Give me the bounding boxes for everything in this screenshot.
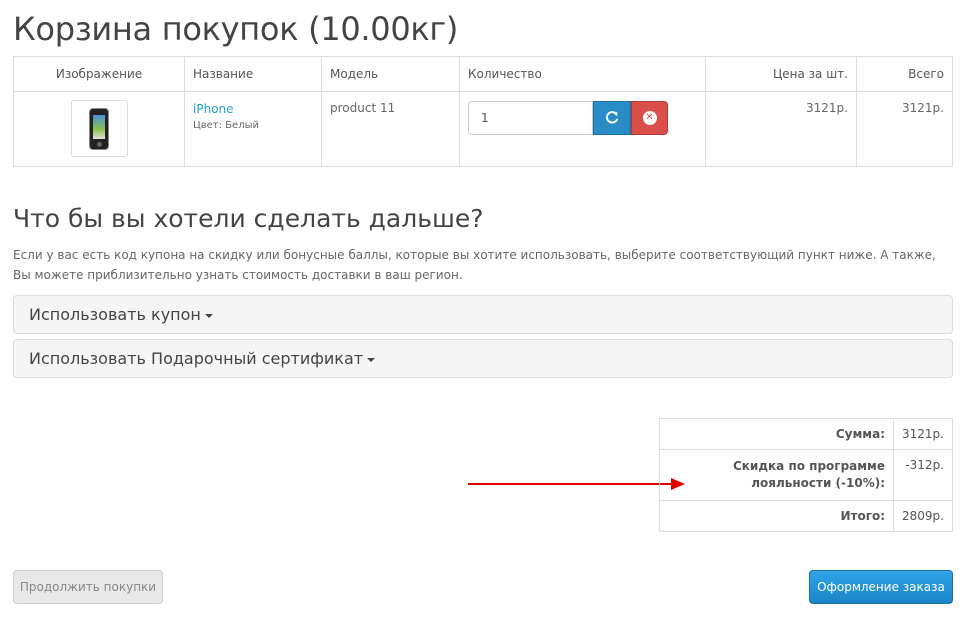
cart-cell-total: 3121р. [856,91,953,167]
loyalty-discount-value: -312р. [893,449,953,501]
subtotal-label: Сумма: [658,418,895,450]
cart-cell-image [13,91,185,167]
cart-cell-model: product 11 [321,91,460,167]
col-quantity: Количество [459,56,706,92]
cart-cell-name: iPhone Цвет: Белый [184,91,322,167]
cart-cell-unit-price: 3121р. [705,91,857,167]
product-name-link[interactable]: iPhone [193,102,313,116]
totals-row: Итого: 2809р. [658,500,953,532]
remove-item-button[interactable]: ✕ [631,101,668,135]
subtotal-value: 3121р. [893,418,953,450]
col-name: Название [184,56,322,92]
coupon-panel-toggle[interactable]: Использовать купон [13,295,953,334]
caret-down-icon [367,357,376,362]
totals-row: Сумма: 3121р. [658,418,953,450]
next-steps-title: Что бы вы хотели сделать дальше? [13,204,484,233]
caret-down-icon [204,313,213,318]
continue-shopping-button[interactable]: Продолжить покупки [13,570,163,604]
voucher-panel-toggle[interactable]: Использовать Подарочный сертификат [13,339,953,378]
loyalty-discount-label: Скидка по программе лояльности (-10%): [658,449,895,501]
page-title: Корзина покупок (10.00кг) [13,10,459,48]
cart-row: iPhone Цвет: Белый product 11 ✕ [13,91,953,167]
totals-table: Сумма: 3121р. Скидка по программе лояльн… [658,418,953,532]
product-thumbnail[interactable] [70,100,128,157]
cart-header-row: Изображение Название Модель Количество Ц… [13,56,953,92]
totals-row: Скидка по программе лояльности (-10%): -… [658,449,953,501]
next-steps-intro: Если у вас есть код купона на скидку или… [13,248,936,282]
quantity-input[interactable] [468,101,593,135]
remove-circle-icon: ✕ [642,111,657,125]
coupon-panel-label: Использовать купон [29,305,201,324]
iphone-thumbnail-icon [89,107,109,150]
cart-table: Изображение Название Модель Количество Ц… [13,56,953,167]
col-model: Модель [321,56,460,92]
col-unit-price: Цена за шт. [705,56,857,92]
grand-total-label: Итого: [658,500,895,532]
update-quantity-button[interactable] [593,101,631,135]
grand-total-value: 2809р. [893,500,953,532]
cart-cell-quantity: ✕ [459,91,706,167]
quantity-group: ✕ [468,101,668,135]
checkout-button[interactable]: Оформление заказа [809,570,953,604]
refresh-icon [606,111,619,124]
col-total: Всего [856,56,953,92]
product-option: Цвет: Белый [193,120,259,131]
red-arrow-annotation [468,478,685,490]
voucher-panel-label: Использовать Подарочный сертификат [29,349,364,368]
col-image: Изображение [13,56,185,92]
